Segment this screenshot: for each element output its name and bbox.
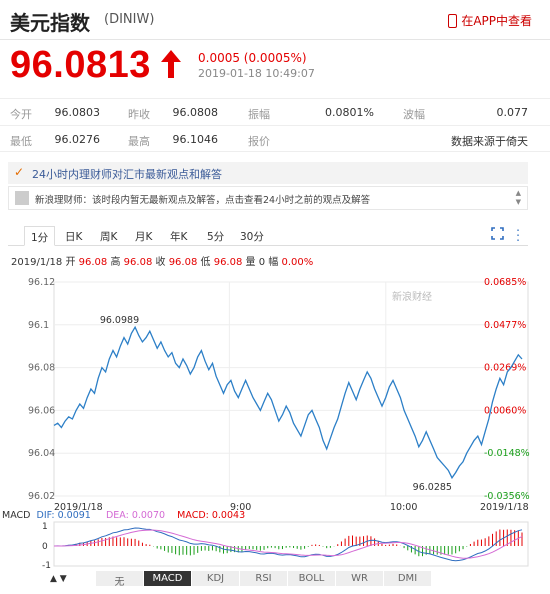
up-arrow-icon — [161, 50, 181, 78]
watermark: 新浪财经 — [392, 290, 432, 303]
info-low: 96.08 — [213, 257, 243, 268]
tab-30min[interactable]: 30分 — [234, 226, 270, 246]
x-tick-label: 10:00 — [390, 502, 417, 510]
plot-frame — [53, 281, 529, 497]
indicator-tabs: 无 MACD KDJ RSI BOLL WR DMI — [96, 571, 550, 588]
page-title: 美元指数 — [10, 11, 90, 35]
y-tick-label: 96.1 — [28, 320, 49, 331]
advisor-notice-text: 24小时内理财师对汇市最新观点和解答 — [32, 168, 222, 181]
advisor-notice-bar[interactable]: ✓ 24小时内理财师对汇市最新观点和解答 — [8, 162, 528, 184]
tab-5min[interactable]: 5分 — [201, 226, 230, 246]
volume-label: 量 — [245, 257, 256, 268]
indicator-none[interactable]: 无 — [96, 571, 144, 588]
pct-tick-label: -0.0356% — [484, 491, 530, 502]
stat-label: 今开 — [10, 108, 32, 121]
more-options-icon[interactable]: ... — [516, 221, 520, 243]
open-label: 开 — [65, 257, 76, 268]
stat-label: 最低 — [10, 135, 32, 148]
stat-label: 波幅 — [403, 108, 425, 121]
stat-value: 96.0808 — [172, 106, 219, 119]
x-tick-label: 2019/1/18 — [54, 502, 103, 510]
macd-tick-label: 1 — [42, 522, 48, 532]
y-tick-label: 96.02 — [28, 491, 55, 502]
ohlc-infoline: 2019/1/18 开 96.08 高 96.08 收 96.08 低 96.0… — [11, 253, 313, 268]
y-tick-label: 96.12 — [28, 277, 55, 288]
stats-row: 今开 96.0803 昨收 96.0808 振幅 0.0801% 波幅 0.07… — [0, 98, 550, 125]
data-source: 数据来源于倚天 — [451, 135, 528, 148]
indicator-wr[interactable]: WR — [336, 571, 384, 586]
indicator-kdj[interactable]: KDJ — [192, 571, 240, 586]
advisor-news-text: 新浪理财师：该时段内暂无最新观点及解答，点击查看24小时之前的观点及解答 — [35, 195, 371, 206]
macd-tick-label: 0 — [42, 542, 48, 552]
y-tick-label: 96.06 — [28, 405, 55, 416]
scroll-arrows-icon[interactable]: ▲ ▼ — [516, 189, 521, 207]
pct-tick-label: -0.0148% — [484, 448, 530, 459]
stat-label: 报价 — [248, 135, 270, 148]
stat-value: 0.0801% — [325, 106, 374, 119]
stat-value: 96.1046 — [172, 133, 219, 146]
phone-icon — [448, 13, 458, 28]
y-tick-label: 96.08 — [28, 363, 55, 374]
fullscreen-icon[interactable] — [491, 227, 504, 240]
close-label: 收 — [155, 257, 166, 268]
info-high: 96.08 — [123, 257, 153, 268]
macd-tick-label: -1 — [42, 561, 51, 568]
stat-value: 96.0276 — [54, 133, 101, 146]
indicator-macd[interactable]: MACD — [144, 571, 192, 586]
pct-tick-label: 0.0477% — [484, 320, 526, 331]
pct-tick-label: 0.0685% — [484, 277, 526, 288]
period-tabs: 1分 日K 周K 月K 年K 5分 30分 ... — [8, 221, 528, 246]
indicator-rsi[interactable]: RSI — [240, 571, 288, 586]
tab-monthly[interactable]: 月K — [129, 226, 158, 246]
pct-tick-label: 0.0269% — [484, 363, 526, 374]
price-change: 0.0005 (0.0005%) — [198, 51, 307, 65]
info-date: 2019/1/18 — [11, 257, 63, 268]
header: 美元指数 (DINIW) 在APP中查看 — [0, 0, 550, 40]
indicator-boll[interactable]: BOLL — [288, 571, 336, 586]
extreme-annotation: 96.0989 — [100, 315, 139, 326]
info-close: 96.08 — [168, 257, 198, 268]
advisor-news-box[interactable]: 新浪理财师：该时段内暂无最新观点及解答，点击查看24小时之前的观点及解答 ▲ ▼ — [8, 186, 528, 210]
stats-row: 最低 96.0276 最高 96.1046 报价 数据来源于倚天 — [0, 125, 550, 152]
tab-1min[interactable]: 1分 — [24, 226, 56, 246]
stats-table: 今开 96.0803 昨收 96.0808 振幅 0.0801% 波幅 0.07… — [0, 98, 550, 152]
y-tick-label: 96.04 — [28, 448, 55, 459]
change-label: 幅 — [268, 257, 279, 268]
x-tick-label: 2019/1/18 — [480, 502, 529, 510]
tab-daily[interactable]: 日K — [59, 226, 88, 246]
indicator-dmi[interactable]: DMI — [384, 571, 432, 586]
extreme-annotation: 96.0285 — [413, 482, 452, 493]
quote-panel: 96.0813 0.0005 (0.0005%) 2019-01-18 10:4… — [0, 42, 550, 92]
macd-frame — [53, 521, 529, 567]
stat-label: 振幅 — [248, 108, 270, 121]
symbol-code: (DINIW) — [104, 12, 155, 27]
high-label: 高 — [110, 257, 121, 268]
check-icon: ✓ — [14, 165, 25, 179]
info-volume: 0 — [258, 257, 266, 268]
macd-chart: 1 0 -1 — [42, 521, 529, 568]
info-open: 96.08 — [78, 257, 108, 268]
open-in-app-label: 在APP中查看 — [461, 14, 532, 28]
price-line — [53, 325, 523, 480]
current-price: 96.0813 — [10, 44, 151, 86]
stat-label: 昨收 — [128, 108, 150, 121]
tab-weekly[interactable]: 周K — [94, 226, 123, 246]
low-label: 低 — [200, 257, 211, 268]
stat-value: 0.077 — [496, 106, 529, 119]
tab-yearly[interactable]: 年K — [164, 226, 193, 246]
avatar — [15, 191, 29, 205]
open-in-app-link[interactable]: 在APP中查看 — [448, 12, 532, 29]
stat-value: 96.0803 — [54, 106, 101, 119]
info-change: 0.00% — [281, 257, 314, 268]
x-tick-label: 9:00 — [230, 502, 251, 510]
prev-next-arrows-icon[interactable]: ▲ ▼ — [50, 574, 67, 584]
quote-timestamp: 2019-01-18 10:49:07 — [198, 67, 315, 80]
stat-label: 最高 — [128, 135, 150, 148]
intraday-chart[interactable]: 96.12 0.0685% 96.1 0.0477% 96.08 0.0269% 96.06… — [0, 270, 550, 510]
